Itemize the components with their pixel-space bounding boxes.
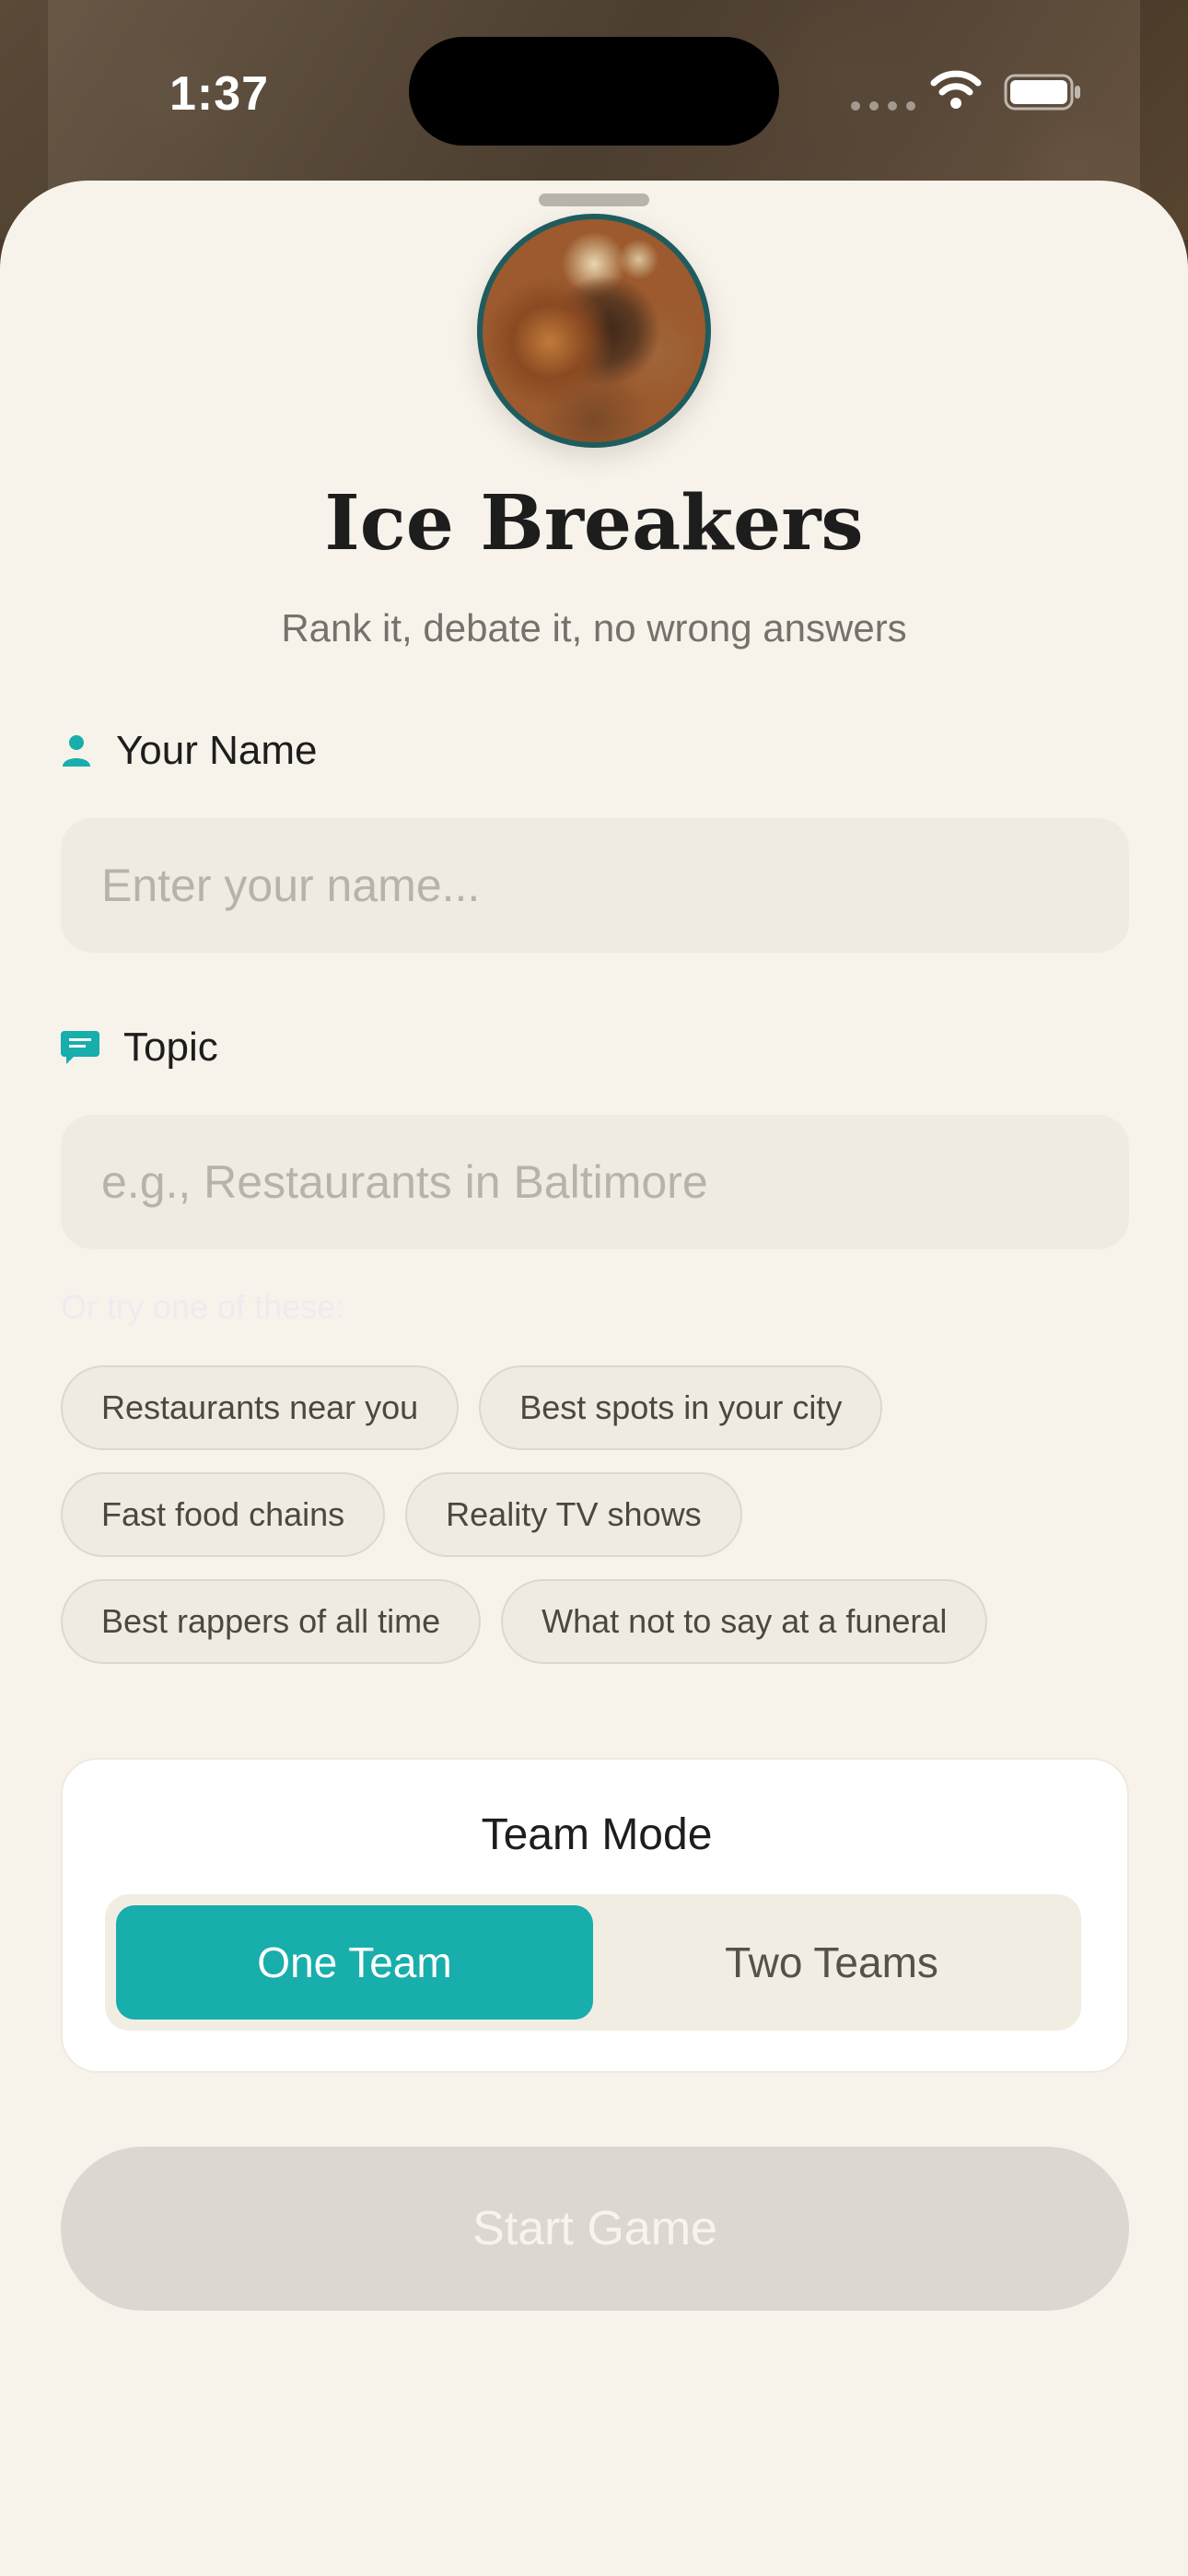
status-time: 1:37 bbox=[169, 67, 270, 121]
start-game-button[interactable]: Start Game bbox=[61, 2147, 1129, 2311]
cellular-signal-icon bbox=[851, 101, 915, 111]
sheet-grabber[interactable] bbox=[539, 193, 649, 206]
name-input[interactable] bbox=[61, 818, 1129, 953]
suggestion-chip[interactable]: What not to say at a funeral bbox=[501, 1579, 988, 1664]
app-logo-image bbox=[477, 214, 711, 448]
topic-input[interactable] bbox=[61, 1115, 1129, 1249]
page-title: Ice Breakers bbox=[324, 479, 864, 568]
battery-icon bbox=[1004, 74, 1080, 111]
topic-field-container bbox=[61, 1115, 1129, 1249]
suggestion-chip[interactable]: Fast food chains bbox=[61, 1472, 386, 1557]
page-subtitle: Rank it, debate it, no wrong answers bbox=[281, 606, 907, 650]
suggestion-chip[interactable]: Best spots in your city bbox=[479, 1365, 883, 1450]
team-mode-segmented-control: One Team Two Teams bbox=[105, 1894, 1081, 2031]
suggestion-chip[interactable]: Restaurants near you bbox=[61, 1365, 460, 1450]
dynamic-island bbox=[409, 37, 779, 146]
name-field-container bbox=[61, 818, 1129, 953]
team-mode-title: Team Mode bbox=[481, 1810, 713, 1859]
suggestion-row: Restaurants near you Best spots in your … bbox=[61, 1365, 883, 1450]
two-teams-option[interactable]: Two Teams bbox=[593, 1905, 1070, 2020]
suggestions-hint: Or try one of these: bbox=[61, 1288, 345, 1326]
name-label: Your Name bbox=[116, 728, 318, 773]
topic-label: Topic bbox=[123, 1025, 218, 1070]
person-icon bbox=[63, 735, 90, 767]
one-team-option[interactable]: One Team bbox=[116, 1905, 593, 2020]
name-label-row: Your Name bbox=[61, 728, 318, 774]
suggestion-row: Fast food chains Reality TV shows bbox=[61, 1472, 742, 1557]
wifi-icon bbox=[930, 70, 982, 109]
suggestion-row: Best rappers of all time What not to say… bbox=[61, 1579, 988, 1664]
suggestion-chip[interactable]: Reality TV shows bbox=[405, 1472, 742, 1557]
topic-label-row: Topic bbox=[61, 1025, 218, 1071]
suggestion-chip[interactable]: Best rappers of all time bbox=[61, 1579, 482, 1664]
chat-bubble-icon bbox=[61, 1031, 99, 1064]
team-mode-card: Team Mode One Team Two Teams bbox=[61, 1758, 1129, 2073]
